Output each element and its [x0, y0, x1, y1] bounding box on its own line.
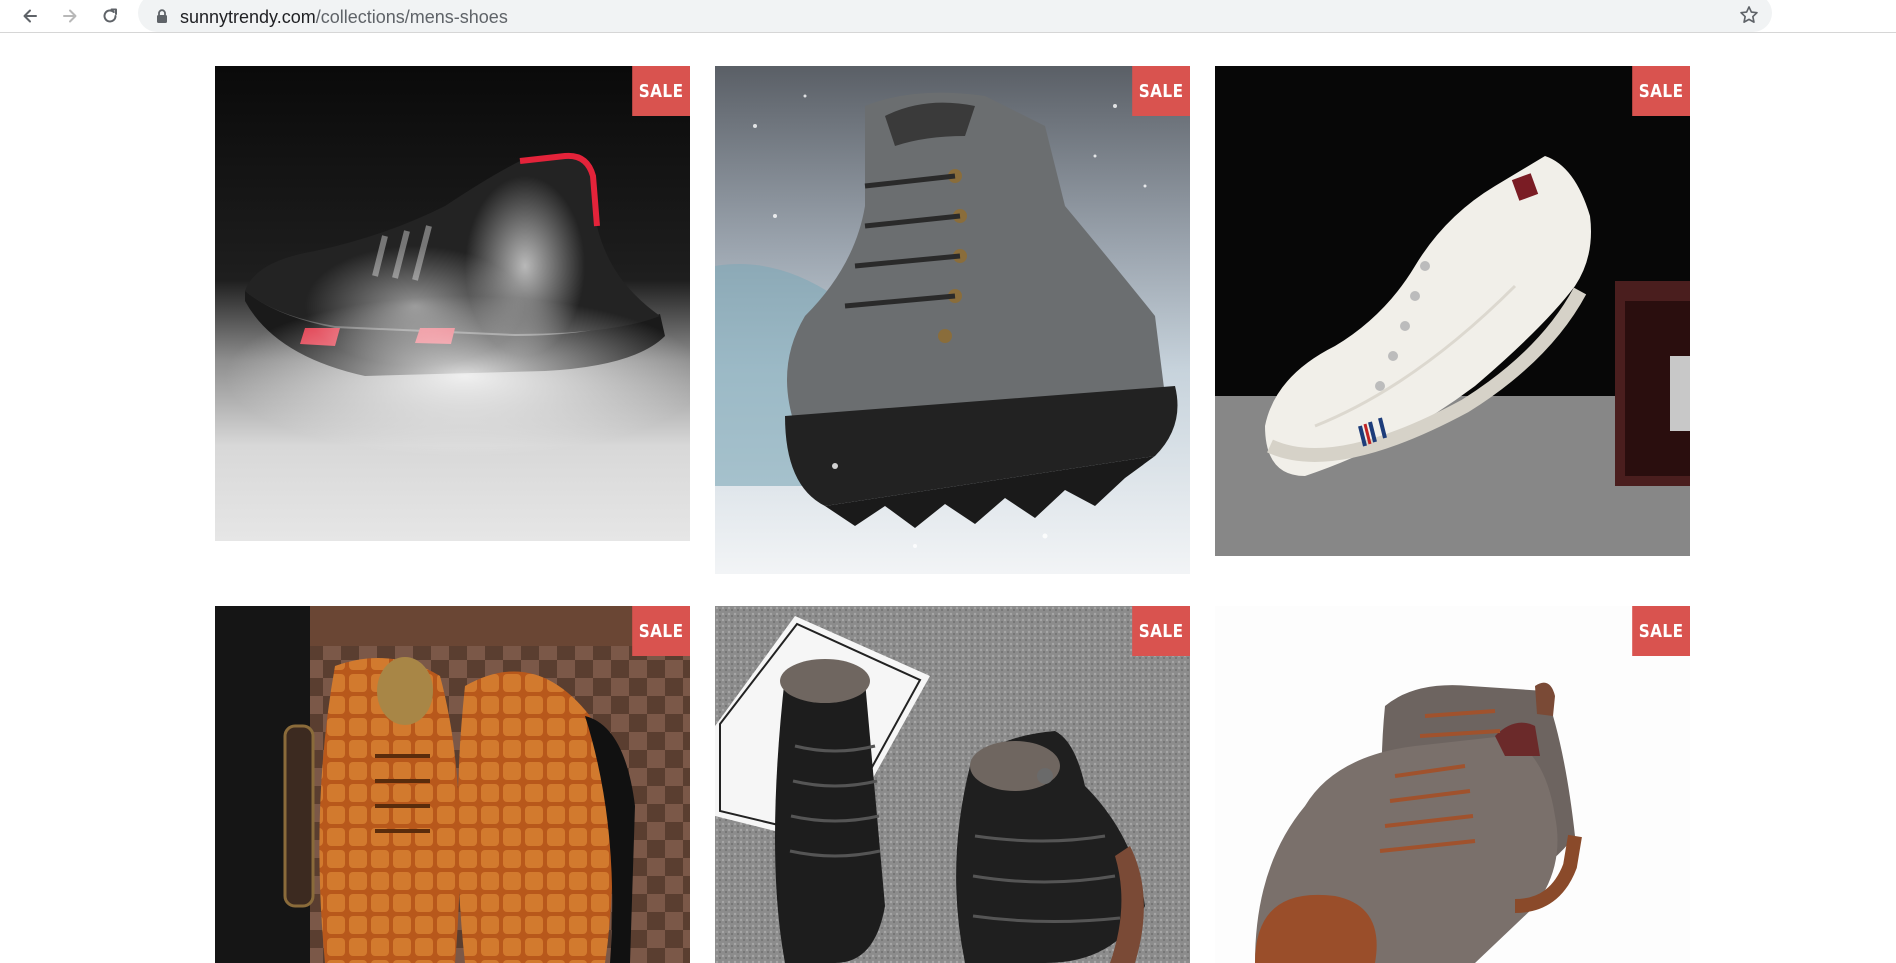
sale-badge: SALE: [1632, 606, 1690, 656]
address-bar[interactable]: sunnytrendy.com/collections/mens-shoes: [138, 0, 1772, 32]
forward-arrow-icon: [63, 9, 77, 23]
sale-badge: SALE: [632, 66, 690, 116]
product-image[interactable]: [215, 606, 690, 963]
product-image[interactable]: [1215, 66, 1690, 556]
reload-button[interactable]: [96, 2, 124, 30]
product-card[interactable]: SALE: [215, 66, 690, 541]
back-button[interactable]: [16, 2, 44, 30]
sale-badge: SALE: [1632, 66, 1690, 116]
back-arrow-icon: [23, 9, 37, 23]
sale-badge: SALE: [1132, 66, 1190, 116]
product-image[interactable]: [715, 606, 1190, 963]
url-text[interactable]: sunnytrendy.com/collections/mens-shoes: [180, 7, 508, 28]
product-image[interactable]: [715, 66, 1190, 574]
product-card[interactable]: SALE: [715, 606, 1190, 963]
product-card[interactable]: SALE: [1215, 606, 1690, 963]
bookmark-star-icon[interactable]: [1738, 4, 1760, 26]
forward-button[interactable]: [56, 2, 84, 30]
url-host: sunnytrendy.com: [180, 7, 316, 27]
sale-badge: SALE: [1132, 606, 1190, 656]
product-image[interactable]: [215, 66, 690, 541]
product-image[interactable]: [1215, 606, 1690, 963]
product-card[interactable]: SALE: [215, 606, 690, 963]
sale-badge: SALE: [632, 606, 690, 656]
url-path: /collections/mens-shoes: [315, 7, 508, 27]
reload-icon: [103, 8, 117, 23]
lock-icon: [157, 9, 167, 23]
browser-toolbar: sunnytrendy.com/collections/mens-shoes: [0, 0, 1896, 33]
product-card[interactable]: SALE: [1215, 66, 1690, 556]
product-card[interactable]: SALE: [715, 66, 1190, 574]
